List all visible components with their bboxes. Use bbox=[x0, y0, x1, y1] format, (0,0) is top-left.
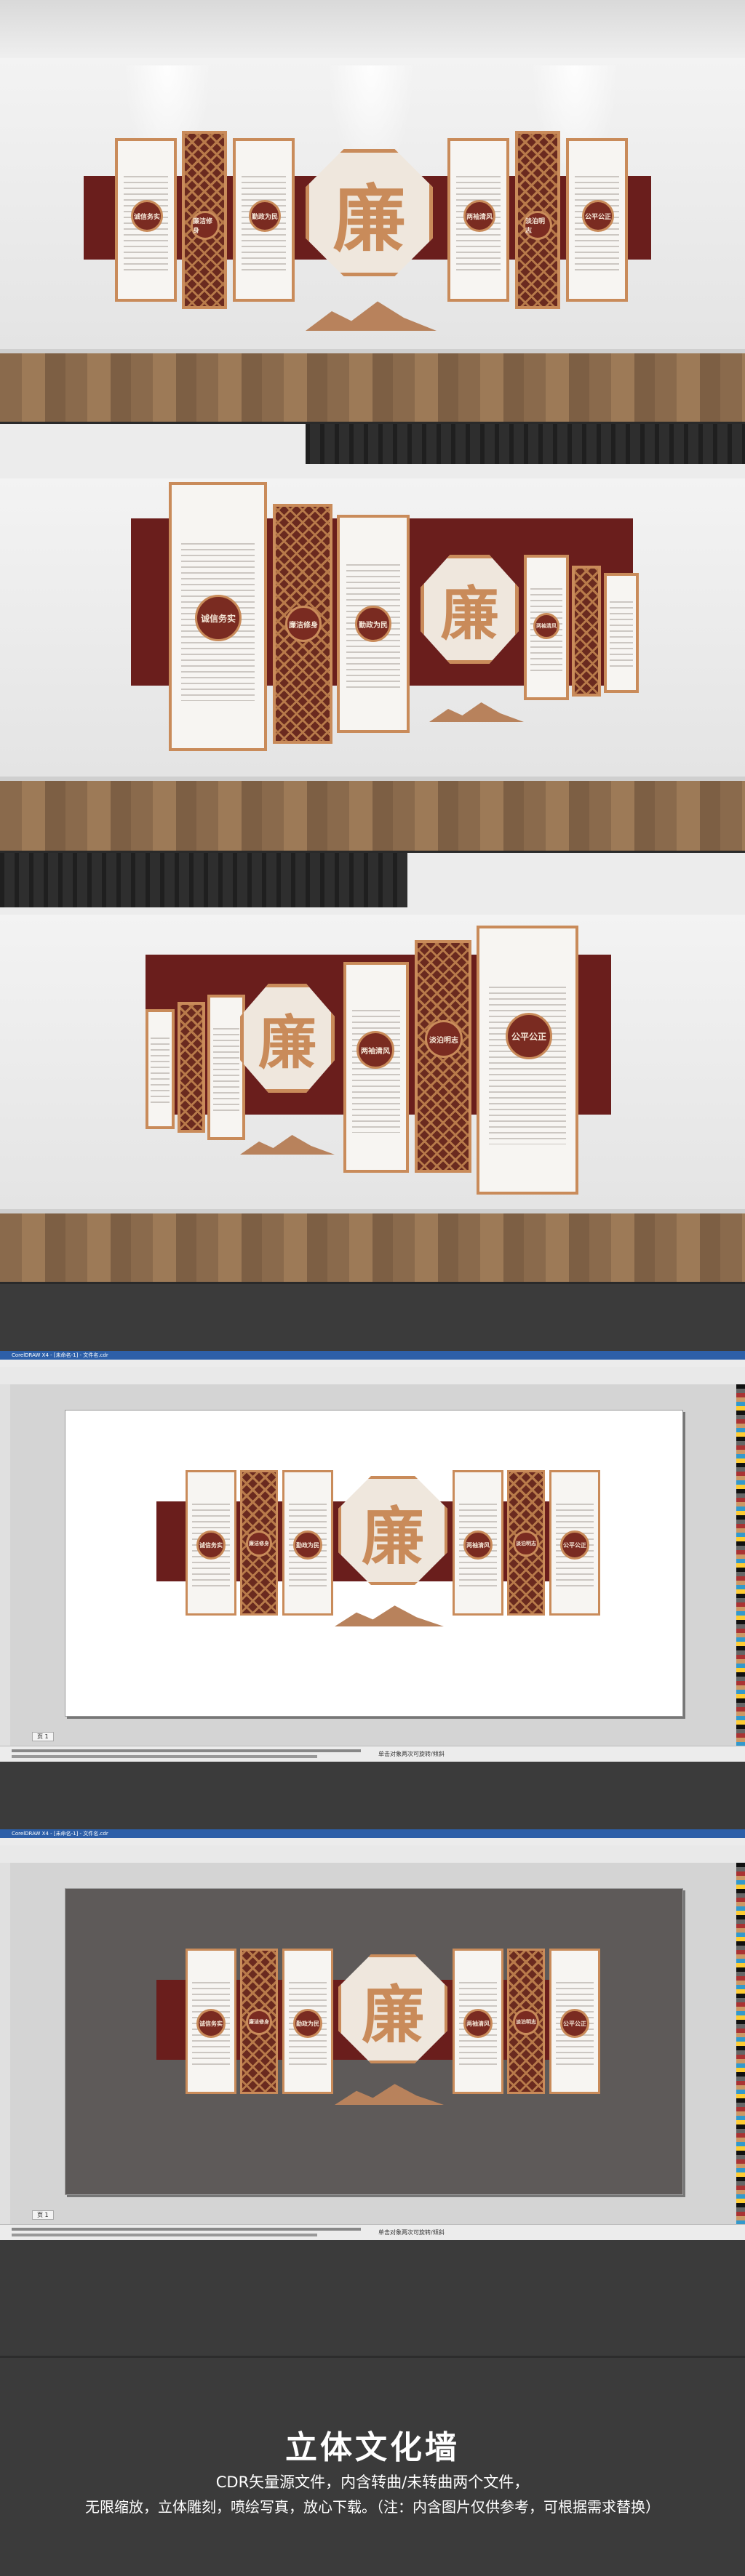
slogan-seal: 廉洁修身 bbox=[191, 211, 220, 240]
text-panel bbox=[604, 573, 639, 693]
slogan-seal: 淡泊明志 bbox=[425, 1020, 463, 1058]
status-text: 单击对象两次可旋转/倾斜 bbox=[378, 1751, 445, 1757]
toolbar[interactable] bbox=[0, 1367, 745, 1385]
cdr-window-2: CorelDRAW X4 - [未命名-1] - 文件名.cdr 廉 诚信务实 … bbox=[0, 1829, 745, 2241]
wood-floor bbox=[0, 781, 745, 851]
slogan-seal: 公平公正 bbox=[506, 1013, 552, 1059]
slogan-seal: 两袖清风 bbox=[463, 1530, 493, 1560]
slogan-seal: 廉洁修身 bbox=[246, 1530, 272, 1557]
artboard: 廉 诚信务实 廉洁修身 勤政为民 两袖清风 淡泊明志 公平公正 bbox=[65, 1888, 683, 2195]
slogan-seal: 公平公正 bbox=[560, 1530, 589, 1560]
render-angle-left: 廉 诚信务实 廉洁修身 勤政为民 两袖清风 bbox=[0, 424, 745, 851]
page-tab[interactable]: 页 1 bbox=[32, 2210, 54, 2220]
lattice-screen bbox=[178, 1002, 205, 1133]
slogan-seal: 勤政为民 bbox=[249, 200, 281, 232]
canvas-area: 廉 诚信务实 廉洁修身 勤政为民 两袖清风 淡泊明志 公平公正 页 1 bbox=[10, 1863, 736, 2224]
color-palette[interactable] bbox=[736, 1384, 745, 1746]
slogan-seal: 廉洁修身 bbox=[246, 2009, 272, 2035]
render-front-view: 廉 诚信务实 廉洁修身 勤政为民 两袖清风 淡泊明志 公平公正 bbox=[0, 0, 745, 422]
mountain-ornament bbox=[335, 2084, 444, 2105]
render-angle-right: 廉 两袖清风 淡泊明志 公平公正 bbox=[0, 853, 745, 1282]
window-title: CorelDRAW X4 - [未命名-1] - 文件名.cdr bbox=[0, 1829, 745, 1838]
lian-character: 廉 bbox=[258, 1008, 316, 1077]
separator bbox=[0, 1762, 745, 1829]
artboard: 廉 诚信务实 廉洁修身 勤政为民 两袖清风 淡泊明志 公平公正 bbox=[65, 1410, 683, 1717]
color-palette[interactable] bbox=[736, 1863, 745, 2224]
lian-character: 廉 bbox=[362, 1499, 424, 1573]
slogan-seal: 勤政为民 bbox=[355, 606, 391, 642]
window-title: CorelDRAW X4 - [未命名-1] - 文件名.cdr bbox=[0, 1351, 745, 1360]
ceiling bbox=[0, 0, 745, 58]
toolbox[interactable] bbox=[0, 1384, 11, 1746]
slogan-seal: 两袖清风 bbox=[356, 1031, 394, 1069]
slogan-seal: 公平公正 bbox=[582, 200, 614, 232]
slogan-seal: 廉洁修身 bbox=[285, 606, 322, 642]
page-tab[interactable]: 页 1 bbox=[32, 1732, 54, 1741]
toolbar[interactable] bbox=[0, 1845, 745, 1863]
footer-title: 立体文化墙 bbox=[285, 2429, 460, 2466]
slogan-seal: 淡泊明志 bbox=[513, 2009, 539, 2035]
lian-character: 廉 bbox=[332, 176, 406, 262]
slogan-seal: 公平公正 bbox=[560, 2009, 589, 2038]
ceiling-slats bbox=[306, 424, 745, 464]
slogan-seal: 勤政为民 bbox=[293, 2009, 322, 2038]
lian-character: 廉 bbox=[362, 1978, 424, 2052]
divider bbox=[0, 2356, 745, 2358]
lattice-screen bbox=[572, 566, 601, 697]
wood-floor bbox=[0, 1213, 745, 1282]
slogan-seal: 两袖清风 bbox=[463, 2009, 493, 2038]
footer bbox=[0, 2240, 745, 2576]
text-panel bbox=[477, 926, 578, 1195]
footer-line-1: CDR矢量源文件，内含转曲/未转曲两个文件， bbox=[215, 2473, 530, 2491]
status-bar: 单击对象两次可旋转/倾斜 bbox=[0, 2224, 745, 2241]
slogan-seal: 淡泊明志 bbox=[513, 1530, 539, 1557]
canvas-area: 廉 诚信务实 廉洁修身 勤政为民 两袖清风 淡泊明志 公平公正 页 1 bbox=[10, 1384, 736, 1746]
wood-floor bbox=[0, 353, 745, 422]
status-text: 单击对象两次可旋转/倾斜 bbox=[378, 2229, 445, 2236]
footer-line-2: 无限缩放，立体雕刻，喷绘写真，放心下载。（注：内含图片仅供参考，可根据需求替换） bbox=[85, 2498, 660, 2516]
slogan-seal: 两袖清风 bbox=[463, 200, 495, 232]
lian-character: 廉 bbox=[440, 579, 499, 648]
text-panel bbox=[146, 1009, 175, 1129]
slogan-seal: 诚信务实 bbox=[131, 200, 163, 232]
slogan-seal: 诚信务实 bbox=[196, 2009, 226, 2038]
toolbox[interactable] bbox=[0, 1863, 11, 2224]
cdr-window-1: CorelDRAW X4 - [未命名-1] - 文件名.cdr 廉 诚信务实 … bbox=[0, 1351, 745, 1762]
separator bbox=[0, 1284, 745, 1351]
slogan-seal: 诚信务实 bbox=[195, 595, 242, 641]
mountain-ornament bbox=[335, 1605, 444, 1626]
slogan-seal: 淡泊明志 bbox=[523, 211, 552, 240]
slogan-seal: 勤政为民 bbox=[293, 1530, 322, 1560]
slogan-seal: 诚信务实 bbox=[196, 1530, 226, 1560]
status-bar: 单击对象两次可旋转/倾斜 bbox=[0, 1746, 745, 1762]
ceiling-slats bbox=[0, 853, 407, 907]
slogan-seal: 两袖清风 bbox=[533, 613, 559, 639]
